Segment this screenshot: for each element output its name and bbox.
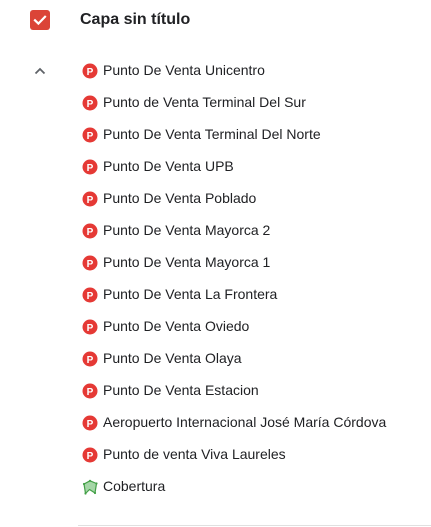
list-item-label: Punto De Venta Estacion <box>103 382 259 398</box>
list-item-label: Punto De Venta Oviedo <box>103 318 250 334</box>
list-item[interactable]: P Punto De Venta Terminal Del Norte <box>80 118 431 150</box>
svg-text:P: P <box>87 451 94 462</box>
chevron-up-icon <box>34 67 46 75</box>
parking-marker-icon: P <box>82 63 98 79</box>
parking-marker-icon: P <box>82 223 98 239</box>
parking-marker-icon: P <box>82 159 98 175</box>
list-item-label: Punto De Venta Mayorca 1 <box>103 254 271 270</box>
parking-marker-icon: P <box>82 351 98 367</box>
list-item[interactable]: P Punto De Venta Mayorca 1 <box>80 246 431 278</box>
svg-text:P: P <box>87 355 94 366</box>
layer-items-list: P Punto De Venta Unicentro P Punto de Ve… <box>80 54 431 502</box>
list-item-label: Punto De Venta Mayorca 2 <box>103 222 271 238</box>
parking-marker-icon: P <box>82 415 98 431</box>
svg-text:P: P <box>87 291 94 302</box>
parking-marker-icon: P <box>82 95 98 111</box>
list-item[interactable]: P Punto De Venta UPB <box>80 150 431 182</box>
list-item-label: Aeropuerto Internacional José María Córd… <box>103 414 387 430</box>
svg-text:P: P <box>87 387 94 398</box>
list-item[interactable]: P Punto de venta Viva Laureles <box>80 438 431 470</box>
svg-text:P: P <box>87 323 94 334</box>
parking-marker-icon: P <box>82 383 98 399</box>
svg-text:P: P <box>87 419 94 430</box>
list-item[interactable]: P Punto De Venta Estacion <box>80 374 431 406</box>
polygon-icon <box>82 479 98 495</box>
parking-marker-icon: P <box>82 191 98 207</box>
svg-text:P: P <box>87 195 94 206</box>
layer-visibility-checkbox[interactable] <box>30 10 50 30</box>
parking-marker-icon: P <box>82 319 98 335</box>
list-item-label: Punto De Venta UPB <box>103 158 234 174</box>
svg-text:P: P <box>87 163 94 174</box>
list-item-label: Cobertura <box>103 478 166 494</box>
checkmark-icon <box>33 15 47 26</box>
list-item-label: Punto De Venta Poblado <box>103 190 257 206</box>
svg-text:P: P <box>87 99 94 110</box>
list-item[interactable]: P Punto De Venta Oviedo <box>80 310 431 342</box>
divider <box>78 525 431 526</box>
list-item[interactable]: P Punto De Venta Mayorca 2 <box>80 214 431 246</box>
list-item[interactable]: Cobertura <box>80 470 431 502</box>
list-item[interactable]: P Punto de Venta Terminal Del Sur <box>80 86 431 118</box>
svg-text:P: P <box>87 67 94 78</box>
list-item-label: Punto De Venta Terminal Del Norte <box>103 126 321 142</box>
parking-marker-icon: P <box>82 127 98 143</box>
list-item[interactable]: P Punto De Venta Poblado <box>80 182 431 214</box>
parking-marker-icon: P <box>82 255 98 271</box>
list-item-label: Punto De Venta Olaya <box>103 350 242 366</box>
layer-title[interactable]: Capa sin título <box>80 10 190 30</box>
collapse-button[interactable] <box>28 61 52 81</box>
parking-marker-icon: P <box>82 447 98 463</box>
list-item-label: Punto de venta Viva Laureles <box>103 446 286 462</box>
list-item[interactable]: P Aeropuerto Internacional José María Có… <box>80 406 431 438</box>
layer-header <box>0 10 431 50</box>
list-item[interactable]: P Punto De Venta Olaya <box>80 342 431 374</box>
svg-text:P: P <box>87 131 94 142</box>
parking-marker-icon: P <box>82 287 98 303</box>
list-item[interactable]: P Punto De Venta La Frontera <box>80 278 431 310</box>
list-item-label: Punto De Venta Unicentro <box>103 62 265 78</box>
list-item-label: Punto de Venta Terminal Del Sur <box>103 94 306 110</box>
svg-text:P: P <box>87 227 94 238</box>
svg-text:P: P <box>87 259 94 270</box>
list-item-label: Punto De Venta La Frontera <box>103 286 278 302</box>
list-item[interactable]: P Punto De Venta Unicentro <box>80 54 431 86</box>
